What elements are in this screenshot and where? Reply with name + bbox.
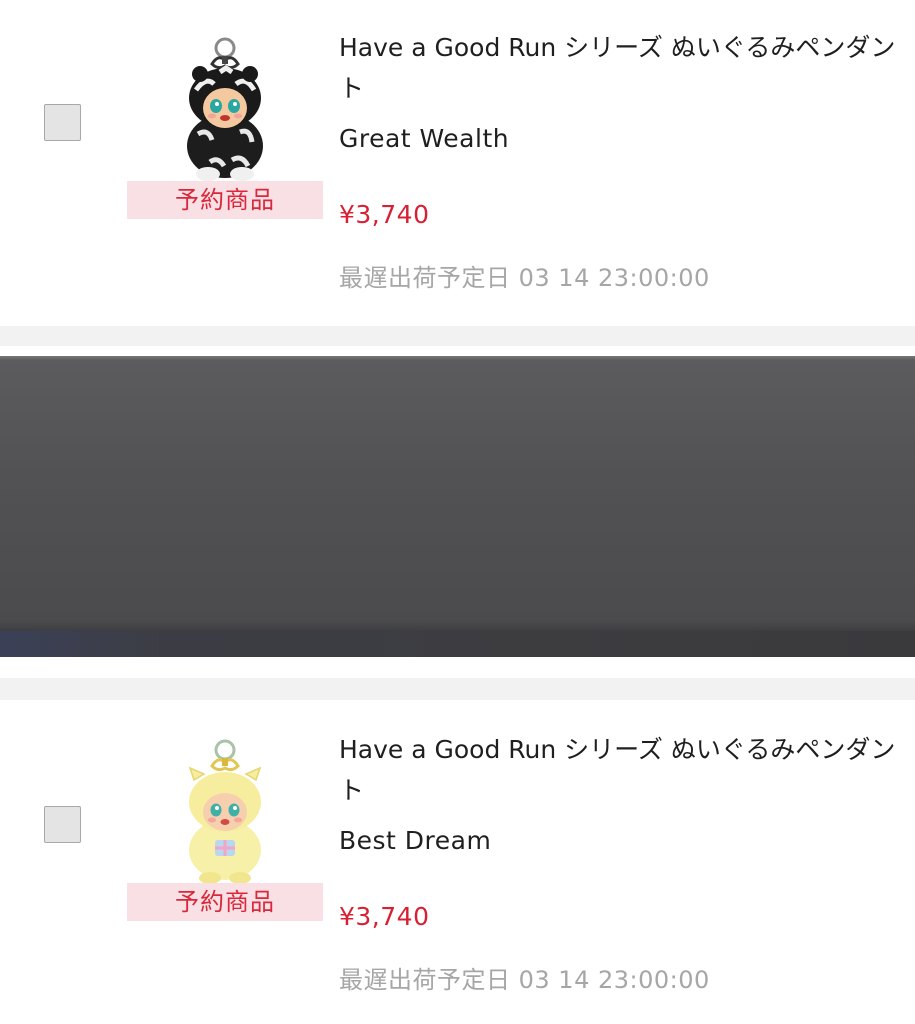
yellow-pig-plush-keychain-icon — [188, 739, 262, 884]
product-thumbnail[interactable] — [150, 34, 300, 184]
latest-ship-date: 最遅出荷予定日 03 14 23:00:00 — [339, 966, 710, 994]
product-price: ¥3,740 — [339, 200, 430, 229]
section-separator — [0, 678, 915, 700]
product-title[interactable]: Have a Good Run シリーズ ぬいぐるみペンダント — [339, 729, 899, 811]
panel-top-edge — [0, 356, 915, 360]
product-thumbnail[interactable] — [150, 736, 300, 886]
cart-page: 予約商品 Have a Good Run シリーズ ぬいぐるみペンダント Gre… — [0, 0, 915, 1024]
spacer — [0, 346, 915, 356]
product-variant: Best Dream — [339, 826, 492, 855]
section-separator — [0, 326, 915, 346]
black-white-tiger-plush-keychain-icon — [187, 37, 263, 181]
dark-overlay-panel — [0, 356, 915, 657]
spacer — [0, 657, 915, 678]
product-price: ¥3,740 — [339, 902, 430, 931]
product-variant: Great Wealth — [339, 124, 510, 153]
item-select-checkbox[interactable] — [44, 806, 81, 843]
latest-ship-date: 最遅出荷予定日 03 14 23:00:00 — [339, 264, 710, 292]
preorder-badge: 予約商品 — [127, 883, 323, 921]
item-select-checkbox[interactable] — [44, 104, 81, 141]
cart-item: 予約商品 Have a Good Run シリーズ ぬいぐるみペンダント Bes… — [0, 700, 915, 1024]
panel-bottom-edge — [0, 631, 915, 657]
cart-item: 予約商品 Have a Good Run シリーズ ぬいぐるみペンダント Gre… — [0, 0, 915, 326]
product-title[interactable]: Have a Good Run シリーズ ぬいぐるみペンダント — [339, 27, 899, 109]
preorder-badge: 予約商品 — [127, 181, 323, 219]
